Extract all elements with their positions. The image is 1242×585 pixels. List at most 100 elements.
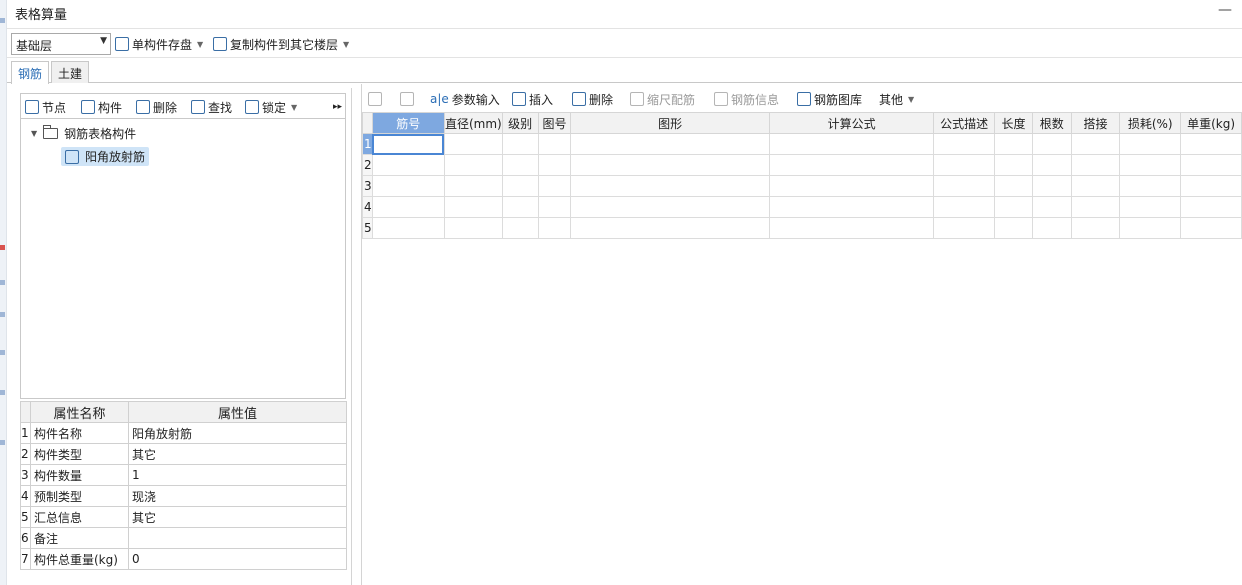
move-up-button[interactable]: [368, 88, 382, 110]
row-number[interactable]: 2: [362, 154, 373, 176]
grid-cell[interactable]: [768, 217, 935, 239]
tab-rebar[interactable]: 钢筋: [11, 61, 50, 84]
column-header[interactable]: 根数: [1031, 112, 1072, 134]
grid-cell[interactable]: [768, 154, 935, 176]
grid-cell[interactable]: [443, 217, 503, 239]
grid-cell[interactable]: [1031, 196, 1072, 218]
grid-cell[interactable]: [443, 133, 503, 155]
grid-cell[interactable]: [1119, 217, 1182, 239]
property-row[interactable]: 5 汇总信息 其它: [20, 506, 347, 528]
grid-cell[interactable]: [371, 175, 445, 197]
property-value[interactable]: 其它: [128, 506, 347, 528]
grid-cell[interactable]: [1031, 217, 1072, 239]
grid-cell[interactable]: [537, 196, 572, 218]
grid-cell[interactable]: [1031, 154, 1072, 176]
grid-cell[interactable]: [933, 133, 996, 155]
grid-row[interactable]: 5: [362, 217, 1242, 239]
row-number[interactable]: 5: [362, 217, 373, 239]
property-value[interactable]: 其它: [128, 443, 347, 465]
grid-cell[interactable]: [994, 217, 1033, 239]
floor-select[interactable]: 基础层 ▼: [11, 33, 111, 55]
row-number[interactable]: 4: [362, 196, 373, 218]
save-component-button[interactable]: 单构件存盘 ▼: [115, 33, 203, 55]
grid-cell[interactable]: [570, 154, 770, 176]
grid-cell[interactable]: [443, 196, 503, 218]
grid-cell[interactable]: [1119, 154, 1182, 176]
property-value[interactable]: 1: [128, 464, 347, 486]
insert-button[interactable]: 插入: [512, 88, 553, 110]
column-header[interactable]: 单重(kg): [1180, 112, 1242, 134]
add-component-button[interactable]: 构件: [81, 96, 122, 118]
grid-cell[interactable]: [1119, 196, 1182, 218]
grid-cell[interactable]: [1180, 175, 1242, 197]
grid-cell[interactable]: [933, 217, 996, 239]
grid-row[interactable]: 4: [362, 196, 1242, 218]
delete-row-button[interactable]: 删除: [572, 88, 613, 110]
grid-cell[interactable]: [1180, 196, 1242, 218]
property-value[interactable]: 0: [128, 548, 347, 570]
grid-cell[interactable]: [1031, 175, 1072, 197]
column-header[interactable]: 损耗(%): [1119, 112, 1182, 134]
scale-rebar-button[interactable]: 缩尺配筋: [630, 88, 695, 110]
grid-cell[interactable]: [501, 154, 539, 176]
grid-cell[interactable]: [537, 154, 572, 176]
column-header[interactable]: 级别: [501, 112, 539, 134]
minimize-button[interactable]: —: [1218, 2, 1232, 18]
grid-cell[interactable]: [933, 154, 996, 176]
grid-cell[interactable]: [501, 196, 539, 218]
grid-cell[interactable]: [768, 196, 935, 218]
column-header[interactable]: 直径(mm): [443, 112, 503, 134]
property-value[interactable]: 现浇: [128, 485, 347, 507]
grid-cell[interactable]: [1070, 154, 1121, 176]
grid-cell[interactable]: [994, 154, 1033, 176]
column-header[interactable]: 长度: [994, 112, 1033, 134]
property-row[interactable]: 3 构件数量 1: [20, 464, 347, 486]
row-number[interactable]: 3: [362, 175, 373, 197]
grid-cell[interactable]: [994, 175, 1033, 197]
grid-cell[interactable]: [443, 175, 503, 197]
column-header[interactable]: 筋号: [371, 112, 445, 134]
grid-cell[interactable]: [1070, 133, 1121, 155]
grid-cell[interactable]: [1119, 133, 1182, 155]
grid-cell[interactable]: [1031, 133, 1072, 155]
grid-cell[interactable]: [1180, 154, 1242, 176]
grid-cell[interactable]: [933, 196, 996, 218]
grid-cell[interactable]: [994, 196, 1033, 218]
copy-to-floors-button[interactable]: 复制构件到其它楼层 ▼: [213, 33, 349, 55]
other-menu-button[interactable]: 其他 ▼: [879, 88, 914, 110]
grid-cell[interactable]: [501, 217, 539, 239]
grid-cell[interactable]: [768, 133, 935, 155]
property-value[interactable]: 阳角放射筋: [128, 422, 347, 444]
column-header[interactable]: 计算公式: [768, 112, 935, 134]
grid-cell[interactable]: [371, 196, 445, 218]
column-header[interactable]: 公式描述: [933, 112, 996, 134]
grid-cell[interactable]: [537, 133, 572, 155]
grid-cell[interactable]: [371, 217, 445, 239]
property-row[interactable]: 1 构件名称 阳角放射筋: [20, 422, 347, 444]
move-down-button[interactable]: [400, 88, 414, 110]
lock-button[interactable]: 锁定 ▼: [245, 96, 297, 118]
grid-cell[interactable]: [1070, 196, 1121, 218]
column-header[interactable]: 图形: [570, 112, 770, 134]
grid-cell[interactable]: [570, 133, 770, 155]
grid-cell[interactable]: [570, 175, 770, 197]
column-header[interactable]: 搭接: [1070, 112, 1121, 134]
tree-node-root[interactable]: ▼ 钢筋表格构件: [31, 125, 136, 142]
property-row[interactable]: 6 备注: [20, 527, 347, 549]
grid-cell[interactable]: [1070, 175, 1121, 197]
grid-cell[interactable]: [501, 175, 539, 197]
collapse-arrow-icon[interactable]: ▼: [31, 129, 37, 138]
tab-civil[interactable]: 土建: [51, 61, 90, 83]
grid-cell[interactable]: [537, 217, 572, 239]
row-number[interactable]: 1: [362, 133, 373, 155]
param-input-button[interactable]: a|e 参数输入: [430, 88, 500, 110]
find-button[interactable]: 查找: [191, 96, 232, 118]
grid-row[interactable]: 3: [362, 175, 1242, 197]
tree-node-selected[interactable]: 阳角放射筋: [61, 147, 150, 166]
column-header[interactable]: 图号: [537, 112, 572, 134]
grid-cell[interactable]: [501, 133, 539, 155]
grid-cell[interactable]: [1180, 217, 1242, 239]
property-value[interactable]: [128, 527, 347, 549]
grid-cell[interactable]: [1180, 133, 1242, 155]
rebar-info-button[interactable]: 钢筋信息: [714, 88, 779, 110]
